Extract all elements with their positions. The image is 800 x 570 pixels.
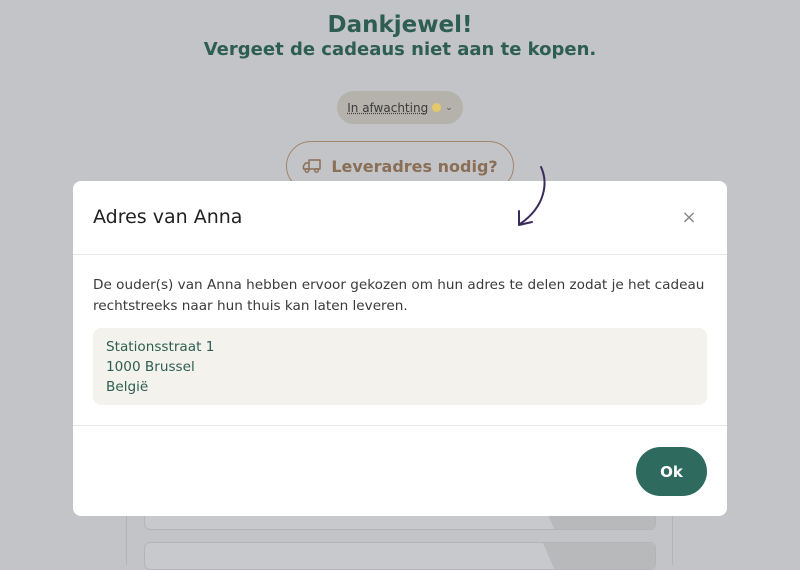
delivery-address-label: Leveradres nodig? (331, 156, 498, 176)
address-modal: Adres van Anna × De ouder(s) van Anna he… (73, 181, 727, 516)
modal-header: Adres van Anna × (73, 181, 727, 255)
close-icon[interactable]: × (678, 207, 700, 229)
address-city: 1000 Brussel (106, 359, 195, 375)
address-street: Stationsstraat 1 (106, 339, 215, 355)
list-item (144, 542, 656, 570)
ok-button[interactable]: Ok (636, 447, 707, 496)
list-item-tag (543, 543, 655, 569)
chevron-down-icon: ⌄ (445, 102, 453, 113)
address-country: België (106, 379, 149, 395)
status-label: In afwachting (347, 100, 429, 115)
status-dropdown[interactable]: In afwachting ⌄ (337, 91, 463, 124)
modal-divider (73, 425, 727, 426)
modal-description: De ouder(s) van Anna hebben ervoor gekoz… (93, 277, 705, 314)
arrow-annotation-icon (518, 166, 546, 226)
modal-title: Adres van Anna (93, 206, 243, 228)
status-dot-icon (432, 103, 442, 112)
page-title: Dankjewel! (327, 12, 473, 38)
address-box: Stationsstraat 1 1000 Brussel België (93, 328, 707, 405)
truck-icon (303, 159, 322, 173)
page-subtitle: Vergeet de cadeaus niet aan te kopen. (203, 39, 597, 60)
